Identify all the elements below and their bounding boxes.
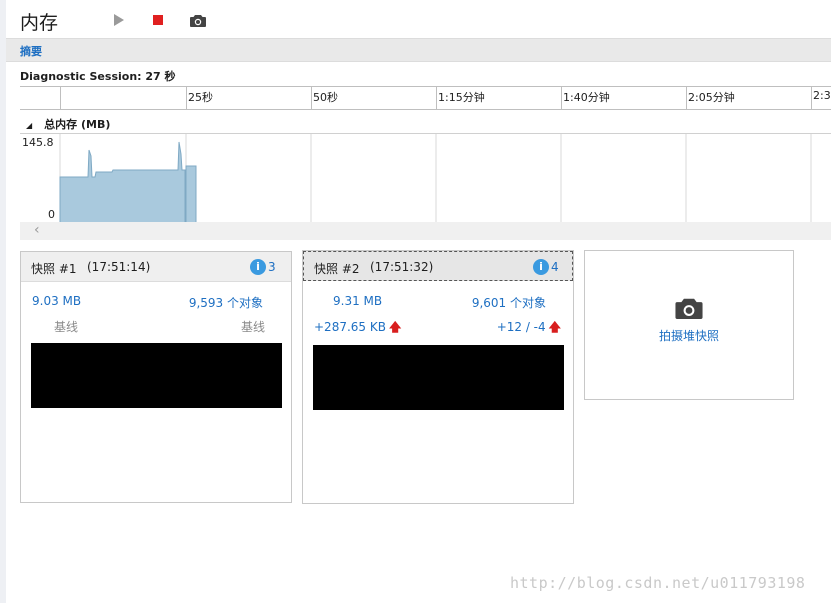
ruler-label: 1:40分钟 — [563, 91, 610, 104]
snapshot-title: 快照 #1 — [31, 262, 77, 276]
info-count[interactable]: 4 — [551, 260, 559, 274]
y-axis-max-label: 145.8 — [22, 136, 54, 149]
size-diff-link[interactable]: +287.65 KB 🡅 — [314, 318, 401, 339]
tab-summary[interactable]: 摘要 — [20, 43, 42, 59]
info-icon[interactable]: i — [250, 259, 266, 275]
memory-chart-title: 总内存 (MB) — [44, 118, 111, 131]
take-heap-snapshot-button[interactable]: 拍摄堆快照 — [584, 250, 794, 400]
memory-chart-header: ◢ 总内存 (MB) — [26, 116, 110, 132]
memory-area — [59, 141, 186, 223]
ruler-tick — [686, 87, 687, 109]
camera-icon — [675, 298, 703, 319]
arrow-up-icon: 🡅 — [548, 320, 561, 334]
redacted-area — [31, 343, 282, 408]
memory-chart: 145.8 0 — [20, 133, 831, 223]
snapshot-card-header: 快照 #2 (17:51:32) i 4 — [303, 251, 573, 281]
session-label: Diagnostic Session: 27 秒 — [20, 70, 176, 83]
stop-icon — [153, 15, 163, 25]
objects-diff-link[interactable]: +12 / -4 🡅 — [497, 318, 561, 339]
y-axis-min-label: 0 — [48, 208, 55, 221]
ruler-label: 1:15分钟 — [438, 91, 485, 104]
header: 内存 — [6, 0, 831, 38]
snapshot-card-1[interactable]: 快照 #1 (17:51:14) i 3 9.03 MB 9,593 个对象 基… — [20, 251, 292, 503]
snapshot-objects-link[interactable]: 9,601 个对象 — [472, 294, 546, 311]
snapshot-size-link[interactable]: 9.31 MB — [333, 294, 382, 308]
size-baseline-label: 基线 — [54, 320, 79, 334]
chevron-left-icon[interactable]: ‹ — [34, 222, 40, 238]
info-icon[interactable]: i — [533, 259, 549, 275]
snapshot-time: (17:51:14) — [87, 260, 151, 274]
snapshot-title: 快照 #2 — [314, 262, 360, 276]
watermark-text: http://blog.csdn.net/u011793198 — [510, 574, 806, 592]
ruler-tick — [311, 87, 312, 109]
ruler-tick — [186, 87, 187, 109]
ruler-label: 2:05分钟 — [688, 91, 735, 104]
memory-chart-plot — [59, 134, 812, 223]
snapshot-card-2[interactable]: 快照 #2 (17:51:32) i 4 9.31 MB 9,601 个对象 +… — [302, 250, 574, 504]
ruler-label: 25秒 — [188, 91, 213, 104]
ruler-tick — [561, 87, 562, 109]
ruler-tick — [436, 87, 437, 109]
camera-icon — [190, 14, 206, 27]
ruler-label: 50秒 — [313, 91, 338, 104]
time-ruler: 25秒 50秒 1:15分钟 1:40分钟 2:05分钟 2:30 — [20, 86, 831, 110]
snapshot-button[interactable] — [189, 11, 207, 29]
collapse-triangle-icon[interactable]: ◢ — [26, 121, 32, 130]
snapshot-objects-link[interactable]: 9,593 个对象 — [189, 294, 263, 311]
info-count[interactable]: 3 — [268, 260, 276, 274]
objects-diff-value[interactable]: +12 / -4 — [497, 320, 546, 334]
ruler-label: 2:30 — [813, 89, 831, 102]
take-heap-snapshot-label: 拍摄堆快照 — [658, 329, 719, 343]
redacted-area — [313, 345, 564, 410]
snapshot-time: (17:51:32) — [370, 260, 434, 274]
snapshot-card-header: 快照 #1 (17:51:14) i 3 — [21, 252, 291, 282]
left-edge-strip — [0, 0, 6, 603]
memory-area-tail — [185, 165, 197, 223]
horizontal-scrollbar[interactable]: ‹ — [20, 222, 831, 240]
play-icon — [114, 14, 124, 26]
tab-strip: 摘要 — [6, 38, 831, 62]
ruler-tick — [60, 87, 61, 109]
play-button[interactable] — [110, 11, 128, 29]
stop-button[interactable] — [149, 11, 167, 29]
objects-baseline-label: 基线 — [240, 320, 265, 334]
size-diff-value[interactable]: +287.65 KB — [314, 320, 386, 334]
ruler-tick — [811, 87, 812, 109]
arrow-up-icon: 🡅 — [388, 320, 402, 334]
snapshot-size-link[interactable]: 9.03 MB — [32, 294, 81, 308]
page-title: 内存 — [20, 12, 59, 34]
